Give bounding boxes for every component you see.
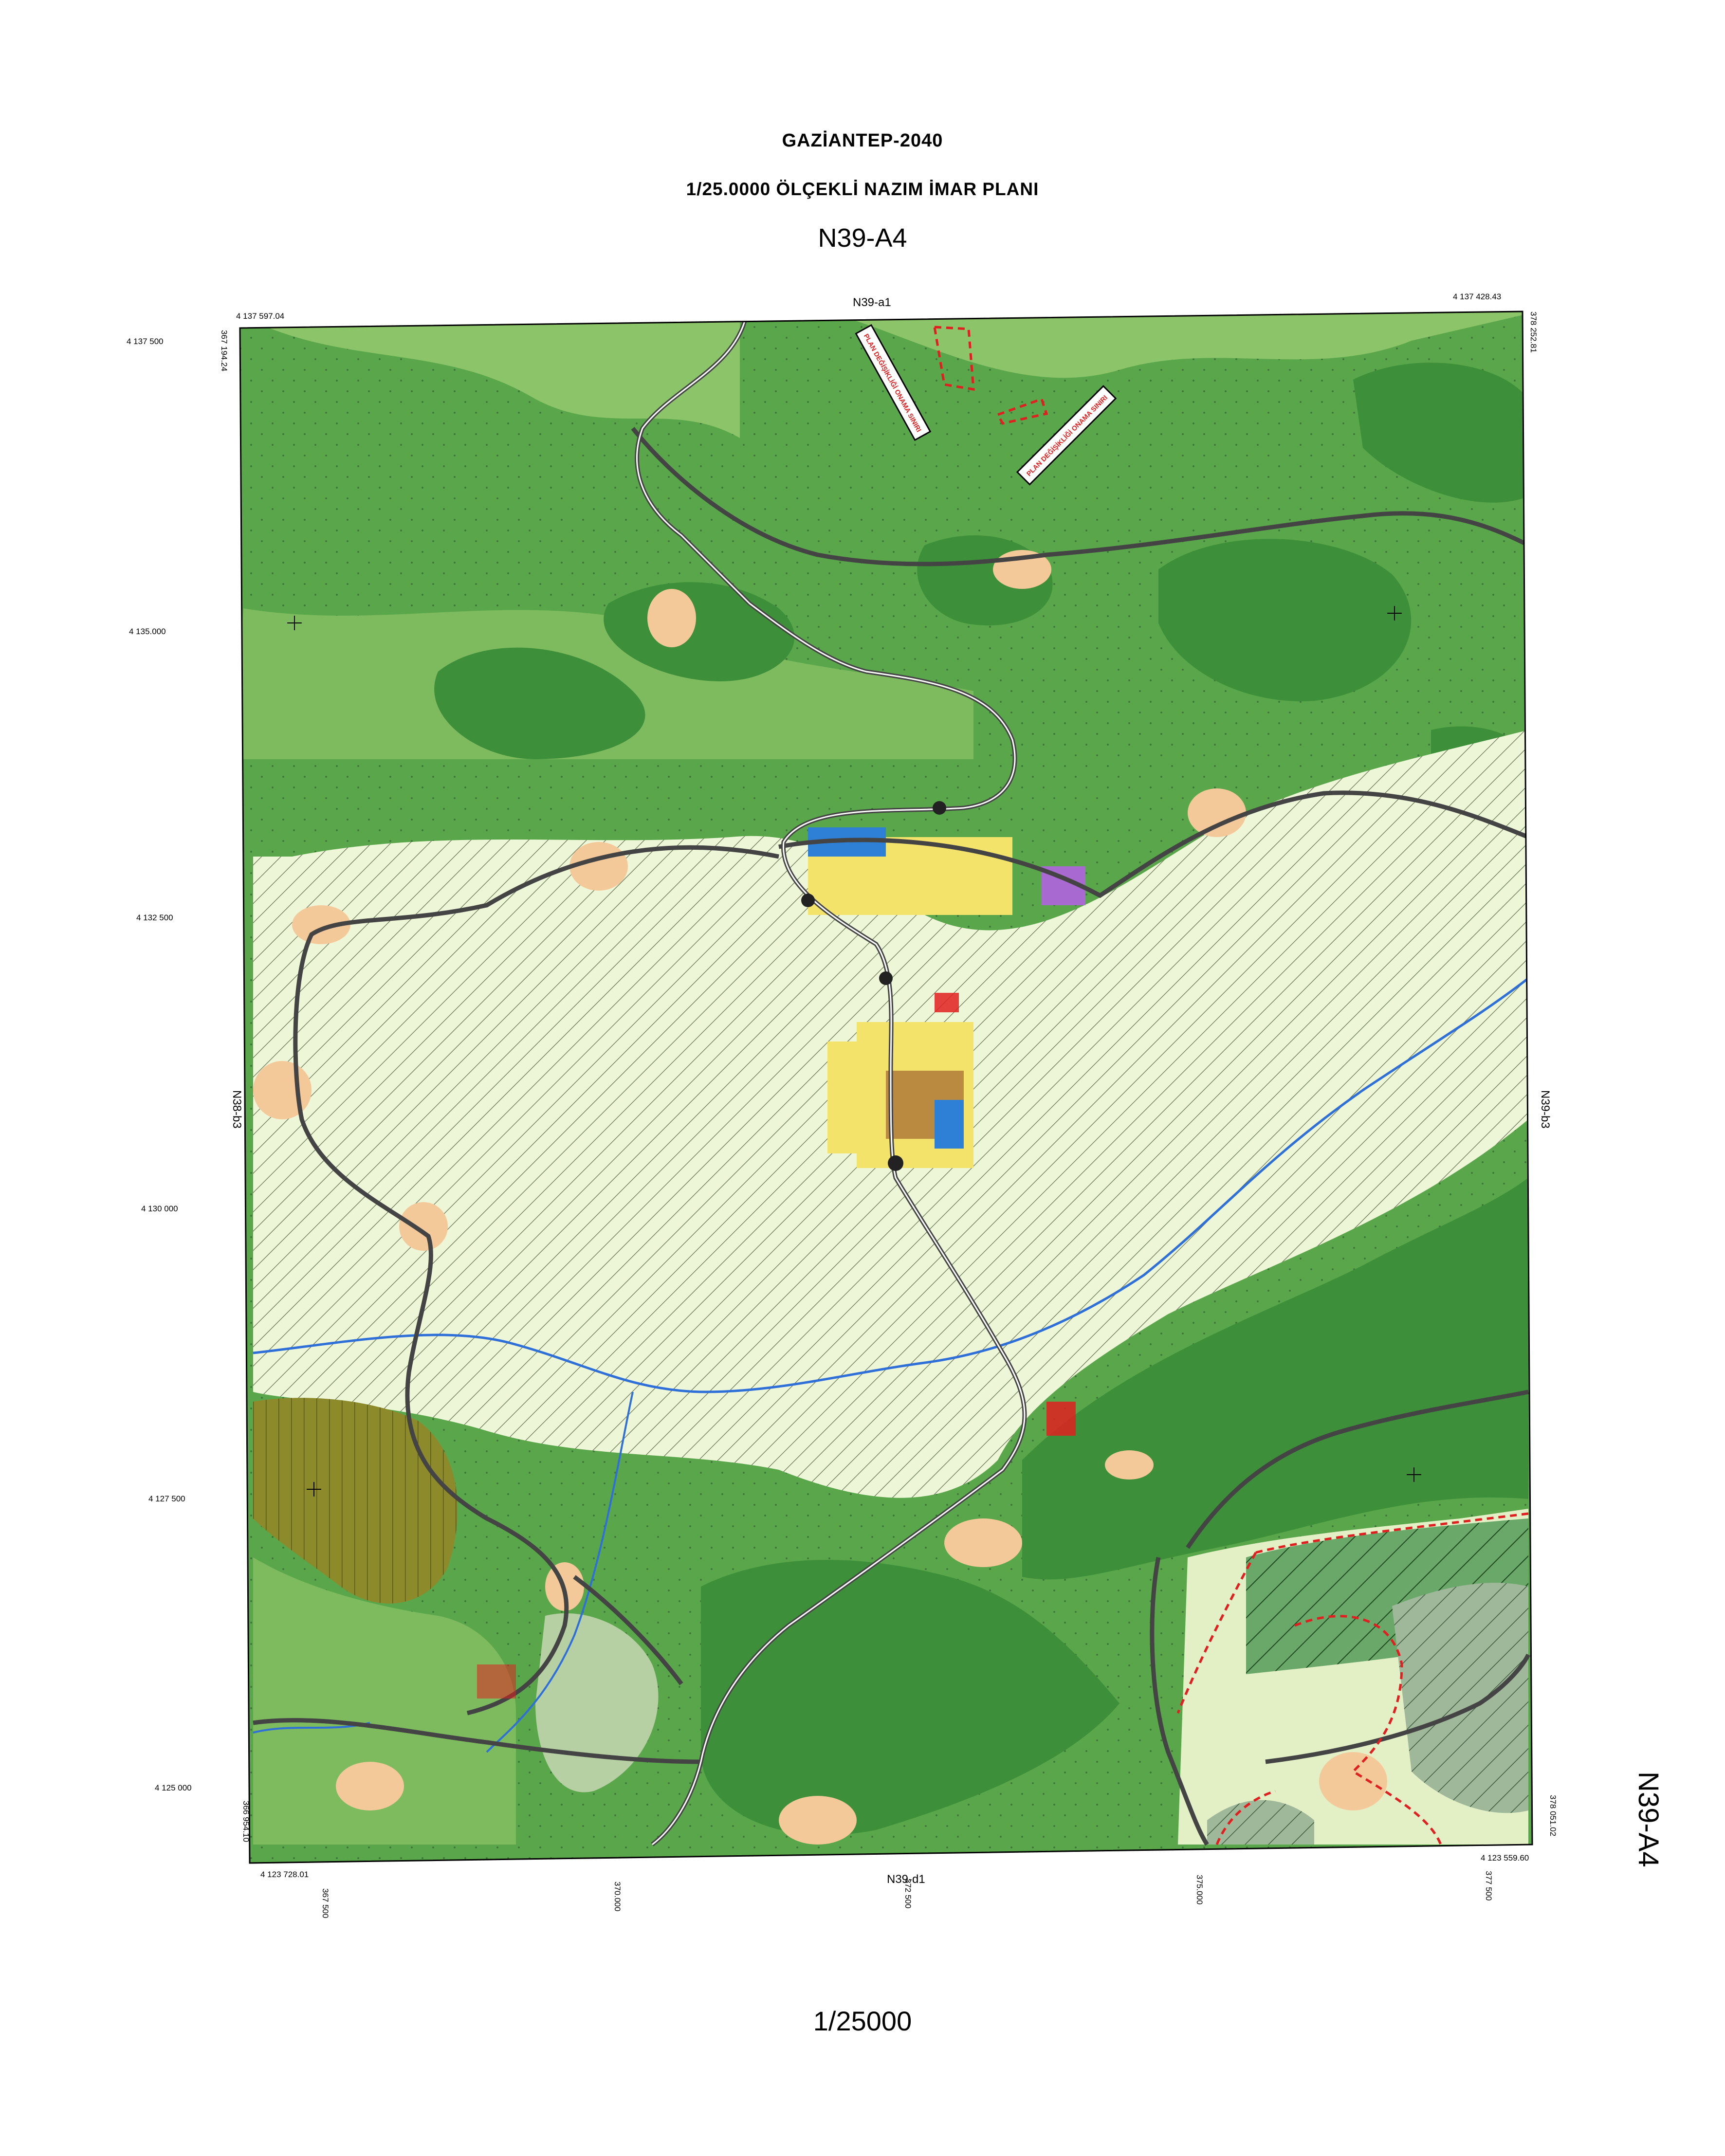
corner-bottom-right-northing: 4 123 559.60 bbox=[1481, 1853, 1529, 1863]
adjacent-sheet-right: N39-b3 bbox=[1539, 1090, 1552, 1129]
corner-bottom-right-easting: 378 051.02 bbox=[1548, 1795, 1558, 1837]
corner-bottom-left-easting: 366 954.10 bbox=[241, 1801, 251, 1843]
grid-easting: 370.000 bbox=[613, 1882, 622, 1912]
grid-easting: 377 500 bbox=[1484, 1871, 1493, 1901]
zoning-map[interactable]: PLAN DEĞİŞİKLİĞİ ONAMA SINIRI PLAN DEĞİŞ… bbox=[0, 0, 1725, 2156]
grid-easting: 375.000 bbox=[1195, 1875, 1204, 1905]
adjacent-sheet-left: N38-b3 bbox=[230, 1090, 243, 1129]
corner-top-left-northing: 4 137 597.04 bbox=[236, 311, 285, 321]
grid-northing: 4 130 000 bbox=[141, 1204, 178, 1213]
corner-top-left-easting: 367 194.24 bbox=[220, 330, 229, 372]
scale-label: 1/25000 bbox=[813, 2006, 912, 2036]
grid-northing: 4 135.000 bbox=[129, 627, 166, 636]
grid-northing: 4 125 000 bbox=[155, 1783, 192, 1792]
grid-northing: 4 127 500 bbox=[148, 1494, 185, 1503]
grid-easting: 372 500 bbox=[903, 1879, 913, 1909]
grid-northing: 4 137 500 bbox=[127, 337, 164, 346]
corner-top-right-easting: 378 252.81 bbox=[1529, 311, 1538, 353]
corner-top-right-northing: 4 137 428.43 bbox=[1453, 292, 1502, 301]
grid-northing: 4 132 500 bbox=[136, 913, 173, 922]
map-body bbox=[240, 311, 1532, 1863]
side-sheet-code: N39-A4 bbox=[1633, 1772, 1664, 1867]
grid-easting: 367 500 bbox=[321, 1888, 330, 1918]
adjacent-sheet-top: N39-a1 bbox=[853, 296, 891, 309]
corner-bottom-left-northing: 4 123 728.01 bbox=[260, 1870, 309, 1879]
